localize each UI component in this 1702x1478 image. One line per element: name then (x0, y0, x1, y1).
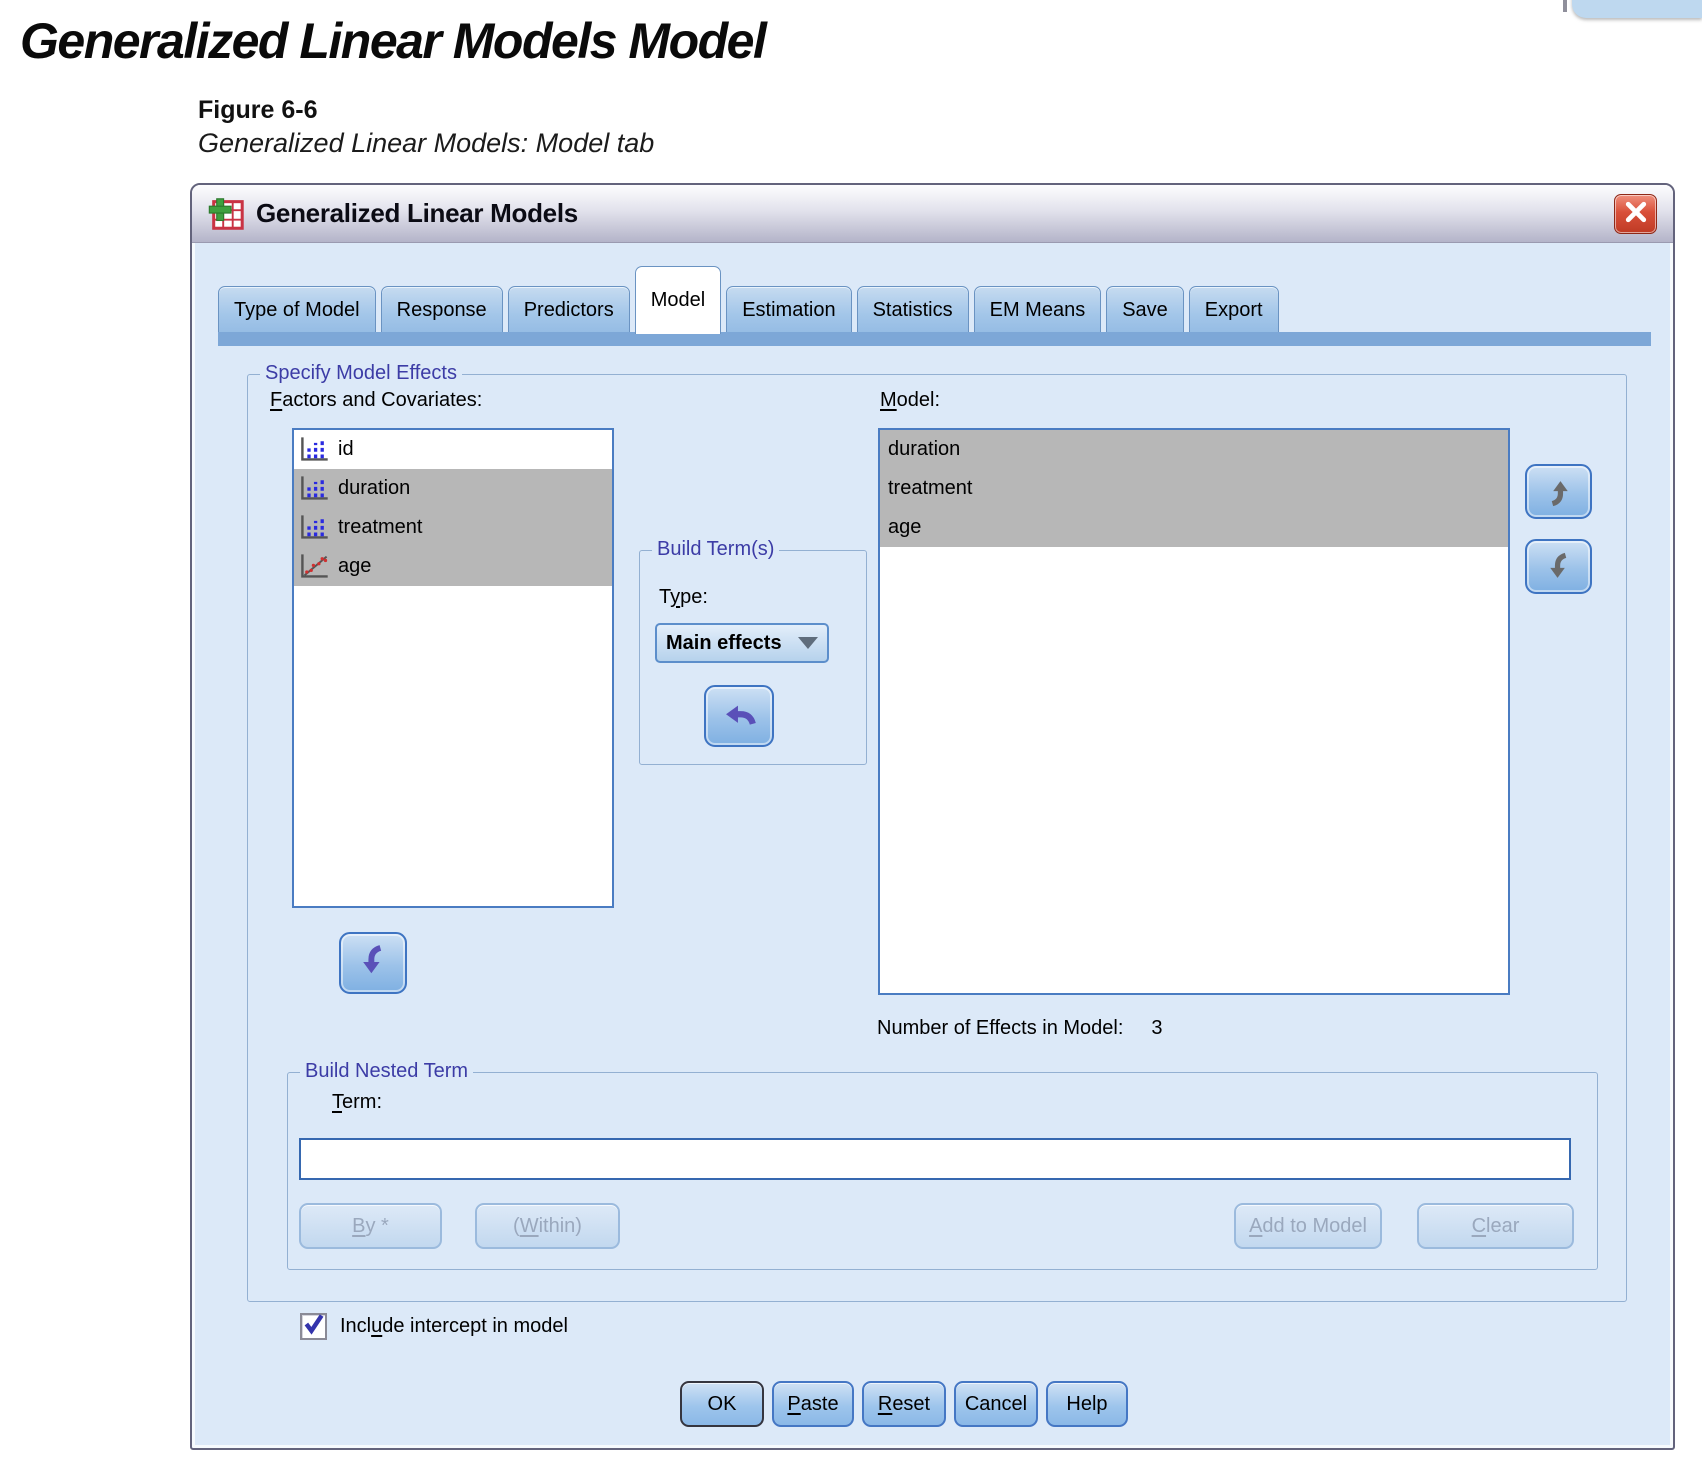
model-list[interactable]: duration treatment age (878, 428, 1510, 995)
move-factors-button[interactable] (339, 932, 407, 994)
paste-button[interactable]: Paste (772, 1381, 854, 1427)
factors-item-label: id (338, 438, 354, 460)
model-item-age[interactable]: age (880, 508, 1508, 547)
tab-strip (218, 332, 1651, 346)
model-item-label: duration (888, 438, 961, 460)
model-item-duration[interactable]: duration (880, 430, 1508, 469)
factor-icon (298, 435, 331, 464)
tab-save[interactable]: Save (1106, 286, 1184, 334)
term-type-dropdown[interactable]: Main effects (655, 623, 829, 663)
ok-button[interactable]: OK (680, 1381, 764, 1427)
include-intercept-checkbox[interactable] (300, 1313, 327, 1340)
top-right-partial-widget[interactable] (1563, 0, 1702, 18)
build-nested-term-label: Build Nested Term (300, 1060, 474, 1083)
close-button[interactable] (1614, 194, 1657, 234)
figure-label: Figure 6-6 (198, 96, 318, 124)
dropdown-arrow-icon (798, 637, 818, 649)
factor-icon (298, 474, 331, 503)
factors-item-label: duration (338, 477, 411, 499)
term-label: Term: (332, 1091, 382, 1113)
tab-statistics[interactable]: Statistics (856, 286, 969, 334)
add-to-model-button[interactable]: Add to Model (1234, 1203, 1382, 1249)
factors-item-label: age (338, 555, 372, 577)
factor-icon (298, 513, 331, 542)
model-label: Model: (880, 389, 941, 411)
add-term-button[interactable] (704, 685, 774, 747)
model-item-label: age (888, 516, 922, 538)
effects-count-line: Number of Effects in Model: 3 (877, 1017, 1163, 1040)
tab-type-of-model[interactable]: Type of Model (218, 286, 376, 334)
tab-model[interactable]: Model (634, 266, 722, 334)
factors-covariates-list[interactable]: id duration treatment age (292, 428, 614, 908)
cancel-button[interactable]: Cancel (954, 1381, 1038, 1427)
effects-count-value: 3 (1151, 1017, 1163, 1039)
factors-item-id[interactable]: id (294, 430, 612, 469)
page-heading: Generalized Linear Models Model (20, 13, 767, 69)
effects-count-label: Number of Effects in Model: (877, 1017, 1124, 1039)
tab-predictors[interactable]: Predictors (507, 286, 630, 334)
specify-model-effects-label: Specify Model Effects (260, 362, 462, 385)
include-intercept-label: Include intercept in model (340, 1315, 568, 1337)
move-down-button[interactable] (1525, 539, 1592, 594)
check-icon (302, 1313, 326, 1340)
spss-dialog-icon (208, 195, 246, 233)
dialog-title: Generalized Linear Models (256, 198, 578, 228)
move-up-button[interactable] (1525, 464, 1592, 519)
factors-item-label: treatment (338, 516, 423, 538)
tab-export[interactable]: Export (1188, 286, 1279, 334)
help-button[interactable]: Help (1046, 1381, 1128, 1427)
glm-dialog: Generalized Linear Models Type of Model … (190, 183, 1675, 1450)
curved-arrow-up-icon (1543, 476, 1575, 508)
clear-button[interactable]: Clear (1417, 1203, 1574, 1249)
curved-arrow-down-icon (355, 943, 391, 984)
tab-em-means[interactable]: EM Means (973, 286, 1102, 334)
by-button[interactable]: By * (299, 1203, 442, 1249)
reset-button[interactable]: Reset (862, 1381, 946, 1427)
dialog-titlebar[interactable]: Generalized Linear Models (192, 185, 1673, 243)
within-button[interactable]: (Within) (475, 1203, 620, 1249)
tab-estimation[interactable]: Estimation (726, 286, 852, 334)
page: Generalized Linear Models Model Figure 6… (0, 0, 1702, 1478)
factors-covariates-label: Factors and Covariates: (270, 389, 483, 411)
model-item-label: treatment (888, 477, 973, 499)
close-icon (1622, 199, 1650, 230)
model-item-treatment[interactable]: treatment (880, 469, 1508, 508)
figure-caption: Generalized Linear Models: Model tab (198, 128, 655, 158)
factors-item-duration[interactable]: duration (294, 469, 612, 508)
factors-item-age[interactable]: age (294, 547, 612, 586)
curved-arrow-left-icon (720, 697, 758, 735)
tab-response[interactable]: Response (380, 286, 503, 334)
factors-item-treatment[interactable]: treatment (294, 508, 612, 547)
type-label: Type: (659, 586, 708, 608)
tab-bar: Type of Model Response Predictors Model … (218, 266, 1279, 334)
covariate-icon (298, 552, 331, 581)
curved-arrow-down-icon (1543, 551, 1575, 583)
term-input[interactable] (299, 1138, 1571, 1180)
build-terms-label: Build Term(s) (652, 538, 780, 561)
term-type-value: Main effects (666, 631, 782, 654)
